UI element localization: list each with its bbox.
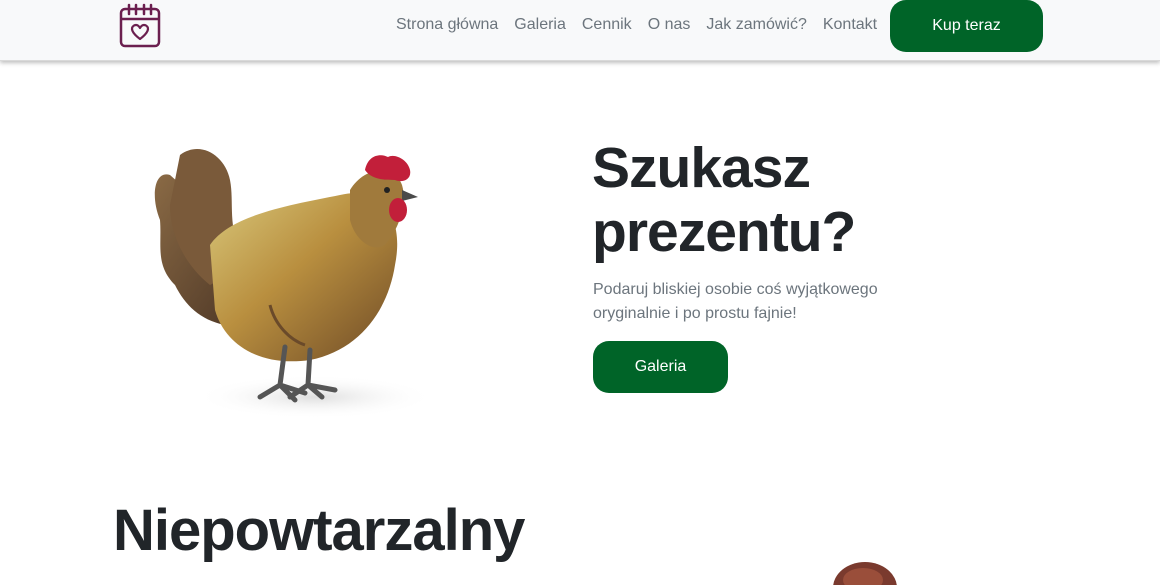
nav-link-how-to-order[interactable]: Jak zamówić?: [706, 15, 806, 35]
calendar-heart-icon[interactable]: [118, 3, 162, 49]
nav-link-about[interactable]: O nas: [648, 15, 691, 35]
nav-link-contact[interactable]: Kontakt: [823, 15, 877, 35]
hero-title: Szukasz prezentu?: [592, 136, 856, 264]
nav-link-pricing[interactable]: Cennik: [582, 15, 632, 35]
nav-links: Strona główna Galeria Cennik O nas Jak z…: [396, 15, 877, 35]
nav-link-gallery[interactable]: Galeria: [514, 15, 566, 35]
hero-description: Podaruj bliskiej osobie coś wyjątkowego …: [593, 281, 878, 322]
nav-link-home[interactable]: Strona główna: [396, 15, 498, 35]
buy-now-button[interactable]: Kup teraz: [890, 0, 1043, 52]
rooster-image: [154, 149, 435, 419]
section-title: Niepowtarzalny: [113, 498, 525, 563]
hen-image: [833, 562, 897, 585]
gallery-button[interactable]: Galeria: [593, 341, 728, 393]
navbar: Strona główna Galeria Cennik O nas Jak z…: [0, 0, 1160, 61]
